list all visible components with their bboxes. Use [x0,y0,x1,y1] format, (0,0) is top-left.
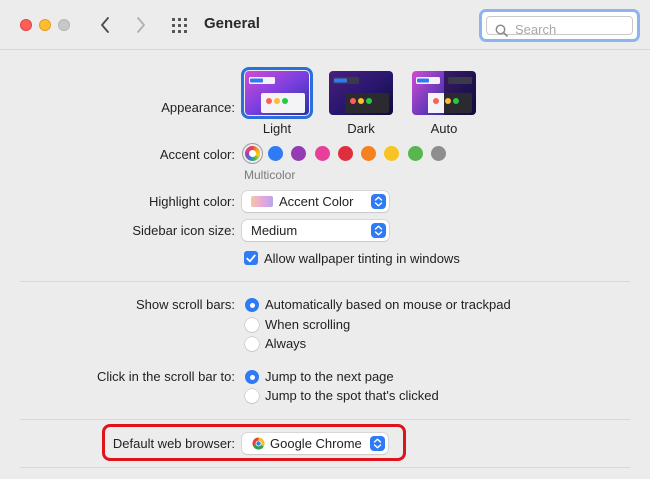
scroll-bars-always-label: Always [265,336,307,351]
zoom-window-button[interactable] [58,19,70,31]
accent-green-swatch[interactable] [408,146,423,161]
chevron-right-icon [137,17,145,33]
click-spot-label: Jump to the spot that's clicked [265,388,439,403]
accent-color-label: Accent color: [159,147,235,162]
accent-selected-name: Multicolor [244,168,296,182]
accent-purple-swatch[interactable] [291,146,306,161]
accent-graphite-swatch[interactable] [431,146,446,161]
wallpaper-tinting-label: Allow wallpaper tinting in windows [264,251,460,266]
accent-yellow-swatch[interactable] [384,146,399,161]
highlight-swatch [251,196,273,207]
appearance-dark-label: Dark [347,121,375,136]
click-next-page-label: Jump to the next page [265,369,394,384]
click-scroll-bar-label: Click in the scroll bar to: [97,369,235,384]
sidebar-icon-size-label: Sidebar icon size: [132,223,235,238]
accent-pink-swatch[interactable] [315,146,330,161]
forward-button[interactable] [129,12,153,38]
highlight-color-value: Accent Color [279,194,354,209]
appearance-light-thumb[interactable] [241,67,313,119]
search-field[interactable] [479,9,640,42]
popup-arrows-icon [371,194,386,209]
popup-arrows-icon [371,223,386,238]
accent-orange-swatch[interactable] [361,146,376,161]
scroll-bars-auto-label: Automatically based on mouse or trackpad [265,297,511,312]
sidebar-icon-size-popup[interactable]: Medium [242,220,389,241]
chevron-left-icon [101,17,109,33]
search-icon [495,24,508,37]
divider [20,281,630,282]
scroll-bars-auto-radio[interactable] [245,298,259,312]
close-window-button[interactable] [20,19,32,31]
highlight-color-label: Highlight color: [149,194,235,209]
click-spot-radio[interactable] [245,389,259,403]
back-button[interactable] [93,12,117,38]
appearance-auto-label: Auto [430,121,458,136]
highlight-color-popup[interactable]: Accent Color [242,191,389,212]
toolbar: General [0,0,650,50]
scroll-bars-always-radio[interactable] [245,337,259,351]
accent-red-swatch[interactable] [338,146,353,161]
wallpaper-tinting-checkbox[interactable] [244,251,258,265]
accent-blue-swatch[interactable] [268,146,283,161]
show-all-button[interactable] [170,15,190,35]
preferences-window: General Appearance: [0,0,650,479]
checkmark-icon [246,254,256,262]
search-input[interactable] [515,19,635,39]
appearance-auto-thumb[interactable] [412,71,476,115]
appearance-label: Appearance: [161,100,235,115]
sidebar-icon-size-value: Medium [251,223,298,238]
appearance-light-label: Light [262,121,292,136]
window-title: General [204,15,260,32]
annotation-highlight-box [102,424,406,461]
divider [20,419,630,420]
divider [20,467,630,468]
show-scroll-bars-label: Show scroll bars: [136,297,235,312]
scroll-bars-when-scrolling-radio[interactable] [245,318,259,332]
appearance-dark-thumb[interactable] [329,71,393,115]
minimize-window-button[interactable] [39,19,51,31]
accent-multicolor-swatch[interactable] [245,146,260,161]
click-next-page-radio[interactable] [245,370,259,384]
scroll-bars-when-scrolling-label: When scrolling [265,317,351,332]
